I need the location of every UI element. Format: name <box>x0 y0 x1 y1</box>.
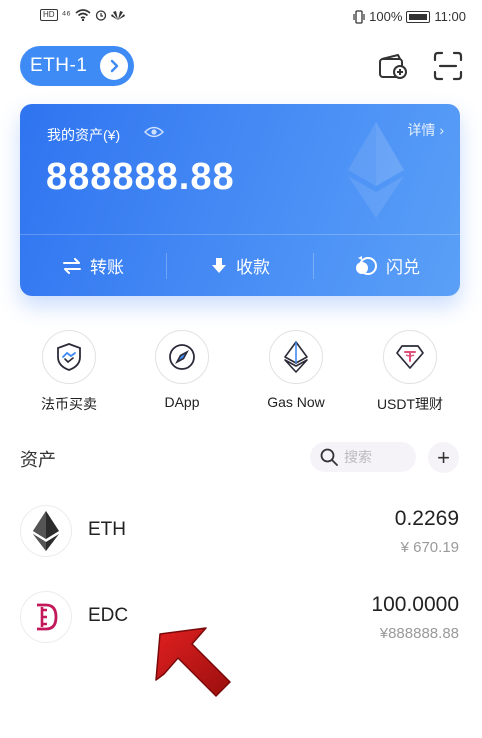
chevron-right-icon <box>100 52 128 80</box>
tether-diamond-icon <box>383 330 437 384</box>
swap-icon <box>356 255 377 275</box>
add-wallet-icon[interactable] <box>376 50 408 82</box>
quick-action-label: Gas Now <box>267 394 325 410</box>
status-left: HD ⁴⁶ <box>40 9 125 21</box>
transfer-button[interactable]: 转账 <box>20 235 166 296</box>
asset-card[interactable]: 我的资产(¥) 详情 › 888888.88 转账 收款 闪兑 <box>20 104 460 296</box>
total-assets-label: 我的资产(¥) <box>47 127 121 143</box>
swap-button[interactable]: 闪兑 <box>314 235 460 296</box>
network-text: ⁴⁶ <box>61 9 71 21</box>
token-amount: 100.0000 <box>371 593 459 616</box>
handshake-shield-icon <box>42 330 96 384</box>
token-row-eth[interactable]: ETH 0.2269 ¥ 670.19 <box>0 505 482 585</box>
card-actions: 转账 收款 闪兑 <box>20 234 460 296</box>
search-box[interactable] <box>310 442 416 472</box>
quick-action-label: USDT理财 <box>376 396 444 412</box>
transfer-icon <box>63 257 81 274</box>
token-amount: 0.2269 <box>394 507 459 530</box>
token-value: ¥ 670.19 <box>400 539 459 556</box>
signal-icon: HD <box>40 9 58 21</box>
ethereum-watermark-icon <box>348 122 404 218</box>
alarm-icon <box>95 10 106 21</box>
add-token-button[interactable]: + <box>428 442 459 473</box>
search-icon <box>320 448 338 466</box>
token-symbol: ETH <box>88 519 126 540</box>
assets-title: 资产 <box>20 450 56 470</box>
receive-label: 收款 <box>236 258 270 277</box>
battery-icon <box>406 10 431 23</box>
status-right: 100% 11:00 <box>353 9 466 24</box>
eye-icon[interactable] <box>144 125 164 139</box>
total-assets-amount: 888888.88 <box>46 156 235 198</box>
battery-percent: 100% <box>369 9 403 24</box>
wallet-name: ETH-1 <box>30 55 88 76</box>
wifi-icon <box>75 9 91 21</box>
status-time: 11:00 <box>434 9 466 24</box>
quick-action-label: 法币买卖 <box>41 396 97 412</box>
quick-action-dapp[interactable]: DApp <box>127 330 237 410</box>
status-bar: HD ⁴⁶ 100% 11:00 <box>0 0 482 34</box>
token-row-edc[interactable]: EDC 100.0000 ¥888888.88 <box>0 591 482 671</box>
quick-action-usdt[interactable]: USDT理财 <box>355 330 465 414</box>
transfer-label: 转账 <box>90 258 124 277</box>
scan-icon[interactable] <box>432 50 464 82</box>
details-link[interactable]: 详情 › <box>407 120 444 140</box>
huawei-icon <box>110 11 125 20</box>
vibrate-icon <box>353 9 365 24</box>
ethereum-icon <box>20 505 72 557</box>
wallet-selector[interactable]: ETH-1 <box>20 46 134 86</box>
annotation-arrow-icon <box>155 627 231 697</box>
receive-icon <box>212 257 226 273</box>
search-input[interactable] <box>344 449 404 465</box>
token-symbol: EDC <box>88 605 129 626</box>
token-value: ¥888888.88 <box>379 625 459 642</box>
swap-label: 闪兑 <box>386 258 420 277</box>
quick-action-label: DApp <box>164 394 200 410</box>
quick-action-gas-now[interactable]: Gas Now <box>241 330 351 410</box>
edc-logo-icon <box>20 591 72 643</box>
ethereum-icon <box>269 330 323 384</box>
receive-button[interactable]: 收款 <box>167 235 313 296</box>
compass-icon <box>155 330 209 384</box>
quick-action-fiat[interactable]: 法币买卖 <box>14 330 124 414</box>
